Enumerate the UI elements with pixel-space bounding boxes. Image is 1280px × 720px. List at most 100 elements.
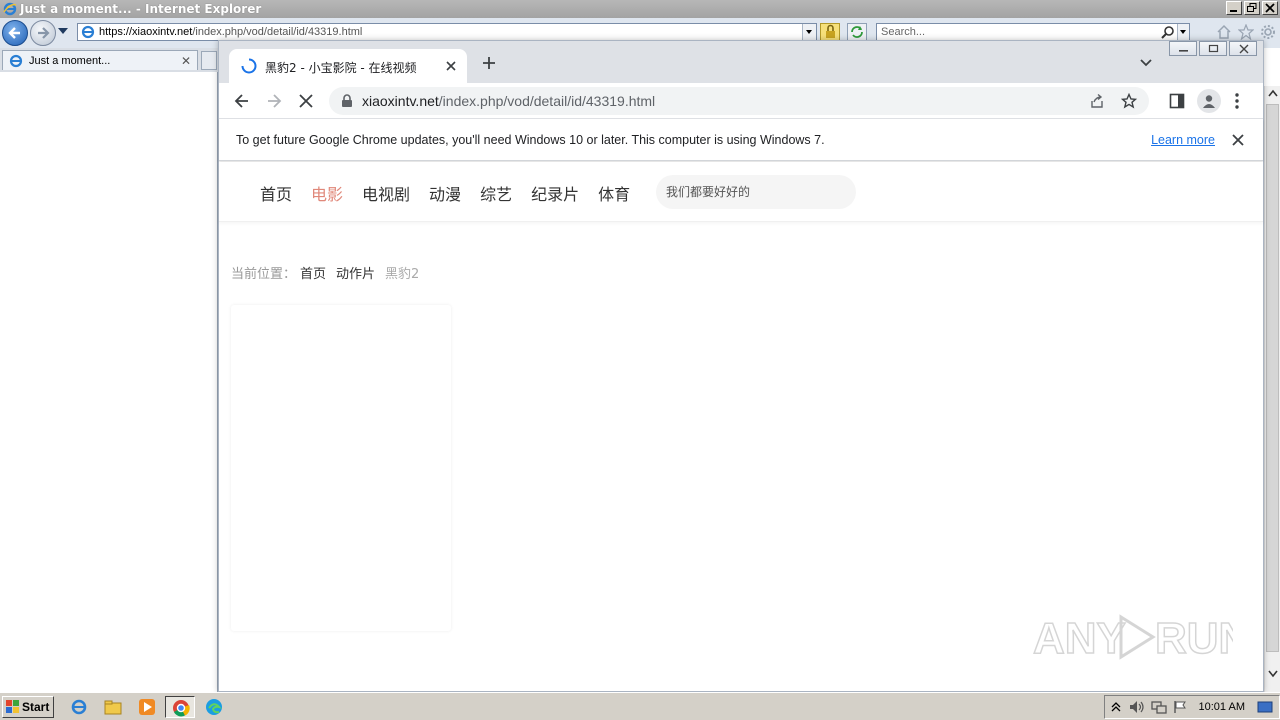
movie-poster-placeholder[interactable] bbox=[231, 305, 451, 631]
nav-item-1[interactable]: 电影 bbox=[311, 181, 343, 205]
close-button[interactable] bbox=[1262, 1, 1278, 15]
back-button[interactable] bbox=[2, 20, 28, 46]
nav-item-5[interactable]: 纪录片 bbox=[531, 181, 579, 205]
windows-flag-icon bbox=[6, 700, 19, 713]
infobar-message: To get future Google Chrome updates, you… bbox=[236, 133, 825, 147]
breadcrumb-link-home[interactable]: 首页 bbox=[300, 263, 326, 282]
infobar-close-icon[interactable] bbox=[1231, 133, 1245, 147]
taskbar-edge-app[interactable] bbox=[199, 696, 229, 718]
site-search-input[interactable] bbox=[666, 183, 846, 201]
page-ie-icon bbox=[81, 25, 95, 39]
breadcrumb: 当前位置： 首页 动作片 黑豹2 bbox=[231, 263, 419, 282]
refresh-button[interactable] bbox=[847, 23, 867, 41]
home-icon[interactable] bbox=[1216, 24, 1232, 40]
forward-arrow-icon[interactable] bbox=[265, 92, 283, 110]
chrome-close-button[interactable] bbox=[1229, 41, 1257, 56]
internet-explorer-icon bbox=[71, 699, 87, 715]
chrome-update-infobar: To get future Google Chrome updates, you… bbox=[219, 119, 1263, 161]
loading-spinner-icon bbox=[241, 58, 257, 74]
profile-avatar[interactable] bbox=[1197, 89, 1221, 113]
windows-taskbar: Start 10:01 AM bbox=[0, 692, 1280, 720]
system-tray: 10:01 AM bbox=[1104, 695, 1280, 719]
search-icon[interactable] bbox=[1161, 25, 1175, 39]
network-icon[interactable] bbox=[1151, 700, 1167, 714]
scroll-up-icon[interactable] bbox=[1268, 89, 1278, 97]
back-arrow-icon[interactable] bbox=[233, 92, 251, 110]
taskbar-ie-app[interactable] bbox=[64, 696, 94, 718]
media-player-icon bbox=[139, 699, 155, 715]
lock-icon bbox=[826, 24, 835, 38]
breadcrumb-link-category[interactable]: 动作片 bbox=[336, 263, 375, 282]
chrome-tab-title: 黑豹2 - 小宝影院 - 在线视频 bbox=[265, 61, 417, 75]
learn-more-link[interactable]: Learn more bbox=[1151, 133, 1215, 147]
ie-title-bar: Just a moment... - Internet Explorer bbox=[0, 0, 1280, 18]
lock-icon[interactable] bbox=[341, 94, 353, 108]
forward-button[interactable] bbox=[30, 20, 56, 46]
ie-tab[interactable]: Just a moment... ✕ bbox=[2, 50, 198, 70]
chrome-restore-button[interactable] bbox=[1199, 41, 1227, 56]
nav-item-3[interactable]: 动漫 bbox=[429, 181, 461, 205]
gear-icon[interactable] bbox=[1260, 24, 1276, 40]
nav-item-2[interactable]: 电视剧 bbox=[362, 181, 410, 205]
ie-logo-icon bbox=[3, 2, 17, 16]
nav-item-0[interactable]: 首页 bbox=[260, 181, 292, 205]
minimize-icon bbox=[1230, 10, 1237, 12]
nav-item-6[interactable]: 体育 bbox=[598, 181, 630, 205]
tab-close-icon[interactable] bbox=[443, 58, 459, 74]
site-nav-menu: 首页 电影 电视剧 动漫 综艺 纪录片 体育 bbox=[260, 181, 630, 205]
anyrun-watermark-logo: ANY RUN bbox=[1033, 613, 1233, 664]
chrome-minimize-button[interactable] bbox=[1169, 41, 1197, 56]
ie-vertical-scrollbar[interactable] bbox=[1264, 86, 1280, 692]
refresh-icon bbox=[851, 26, 863, 38]
chevron-down-icon bbox=[1180, 30, 1186, 34]
chrome-url-text: xiaoxintv.net/index.php/vod/detail/id/43… bbox=[362, 93, 656, 109]
ie-tab-bar: Just a moment... ✕ bbox=[0, 48, 218, 72]
close-icon bbox=[1265, 3, 1275, 13]
ie-address-bar[interactable]: https://xiaoxintv.net/index.php/vod/deta… bbox=[77, 23, 817, 41]
address-dropdown-button[interactable] bbox=[802, 24, 816, 40]
start-button[interactable]: Start bbox=[2, 696, 54, 718]
profile-icon bbox=[1203, 95, 1215, 108]
taskbar-clock[interactable]: 10:01 AM bbox=[1199, 701, 1245, 713]
ie-new-tab-button[interactable] bbox=[201, 51, 217, 70]
show-hidden-icons-icon[interactable] bbox=[1111, 700, 1121, 714]
volume-icon[interactable] bbox=[1129, 700, 1145, 714]
chrome-tab[interactable]: 黑豹2 - 小宝影院 - 在线视频 bbox=[229, 49, 467, 83]
folder-icon bbox=[104, 700, 122, 715]
bookmark-star-icon[interactable] bbox=[1121, 93, 1137, 109]
breadcrumb-current: 黑豹2 bbox=[385, 267, 420, 282]
ie-tab-close-icon[interactable]: ✕ bbox=[181, 54, 191, 68]
breadcrumb-prefix: 当前位置： bbox=[231, 267, 297, 282]
taskbar-chrome-app[interactable] bbox=[165, 696, 195, 718]
forward-arrow-icon bbox=[38, 27, 50, 39]
chrome-window: 黑豹2 - 小宝影院 - 在线视频 xiaoxintv.net/index.ph… bbox=[218, 40, 1264, 692]
share-icon[interactable] bbox=[1089, 93, 1105, 109]
side-panel-icon[interactable] bbox=[1169, 92, 1185, 110]
show-desktop-icon[interactable] bbox=[1257, 700, 1273, 714]
ie-tab-label: Just a moment... bbox=[29, 55, 111, 67]
ie-window-title: Just a moment... - Internet Explorer bbox=[20, 2, 262, 16]
taskbar-media-player-app[interactable] bbox=[132, 696, 162, 718]
restore-button[interactable] bbox=[1244, 1, 1260, 15]
chevron-down-icon bbox=[806, 30, 812, 34]
security-lock-button[interactable] bbox=[820, 23, 840, 41]
stop-loading-icon[interactable] bbox=[297, 92, 315, 110]
chrome-omnibox[interactable]: xiaoxintv.net/index.php/vod/detail/id/43… bbox=[329, 87, 1149, 115]
ie-search-box[interactable]: Search... bbox=[876, 23, 1190, 41]
site-search-box[interactable] bbox=[656, 175, 856, 209]
tab-search-chevron-icon[interactable] bbox=[1139, 58, 1153, 68]
scroll-down-icon[interactable] bbox=[1268, 670, 1278, 678]
ie-tab-icon bbox=[9, 54, 23, 68]
taskbar-explorer-app[interactable] bbox=[98, 696, 128, 718]
new-tab-plus-icon[interactable] bbox=[481, 55, 497, 71]
chrome-icon bbox=[173, 700, 190, 717]
scrollbar-thumb[interactable] bbox=[1266, 104, 1279, 652]
ie-page-content bbox=[0, 72, 218, 692]
action-center-flag-icon[interactable] bbox=[1173, 700, 1187, 714]
search-dropdown-button[interactable] bbox=[1177, 24, 1189, 40]
nav-item-4[interactable]: 综艺 bbox=[480, 181, 512, 205]
minimize-button[interactable] bbox=[1226, 1, 1242, 15]
star-icon[interactable] bbox=[1238, 24, 1254, 40]
history-dropdown-icon[interactable] bbox=[58, 28, 68, 34]
kebab-menu-icon[interactable] bbox=[1234, 92, 1240, 110]
